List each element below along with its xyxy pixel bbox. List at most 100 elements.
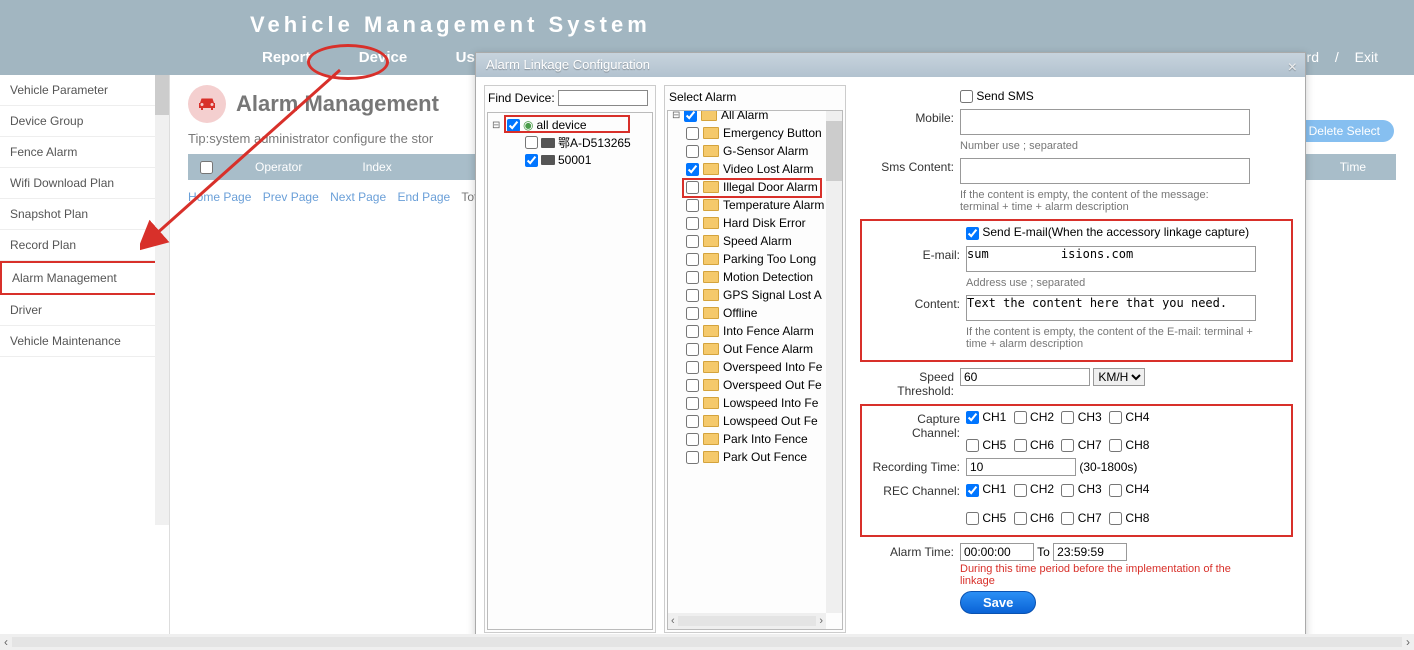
alarm-item[interactable]: Video Lost Alarm (668, 160, 842, 178)
alarm-item[interactable]: Park Out Fence (668, 448, 842, 466)
alarm-item[interactable]: Emergency Button (668, 124, 842, 142)
alarm-item[interactable]: Speed Alarm (668, 232, 842, 250)
alarm-checkbox[interactable] (686, 163, 699, 176)
alarm-item[interactable]: GPS Signal Lost A (668, 286, 842, 304)
send-email-checkbox[interactable] (966, 227, 979, 240)
alarm-item[interactable]: Overspeed Into Fe (668, 358, 842, 376)
alarm-checkbox[interactable] (686, 145, 699, 158)
capture-ch1-checkbox[interactable] (966, 411, 979, 424)
alarm-checkbox[interactable] (686, 415, 699, 428)
rec-ch1-checkbox[interactable] (966, 484, 979, 497)
alarm-checkbox[interactable] (686, 433, 699, 446)
pager-prev[interactable]: Prev Page (263, 190, 319, 204)
pager-next[interactable]: Next Page (330, 190, 386, 204)
speed-unit-select[interactable]: KM/H (1093, 368, 1145, 386)
link-exit[interactable]: Exit (1355, 49, 1378, 65)
alarm-checkbox[interactable] (686, 451, 699, 464)
alarm-checkbox[interactable] (686, 343, 699, 356)
alarm-list[interactable]: ⊟All AlarmEmergency ButtonG-Sensor Alarm… (667, 110, 843, 630)
alarm-checkbox[interactable] (686, 199, 699, 212)
alarm-item[interactable]: Out Fence Alarm (668, 340, 842, 358)
sidebar-item-snapshot-plan[interactable]: Snapshot Plan (0, 199, 169, 230)
alarm-checkbox[interactable] (686, 235, 699, 248)
rec-ch6-checkbox[interactable] (1014, 512, 1027, 525)
close-icon[interactable]: × (1288, 56, 1297, 80)
recording-time-input[interactable] (966, 458, 1076, 476)
alarm-item[interactable]: Motion Detection (668, 268, 842, 286)
alarm-checkbox[interactable] (686, 361, 699, 374)
sidebar-item-wifi-download-plan[interactable]: Wifi Download Plan (0, 168, 169, 199)
pager-home[interactable]: Home Page (188, 190, 251, 204)
alarm-item[interactable]: Temperature Alarm (668, 196, 842, 214)
alarm-checkbox[interactable] (686, 271, 699, 284)
tree-root-node[interactable]: ⊟ ◉ all device (492, 117, 648, 133)
tree-collapse-icon[interactable]: ⊟ (492, 120, 504, 131)
sidebar-item-alarm-management[interactable]: Alarm Management (0, 261, 169, 295)
rec-ch2-checkbox[interactable] (1014, 484, 1027, 497)
sidebar-item-vehicle-parameter[interactable]: Vehicle Parameter (0, 75, 169, 106)
content-input[interactable]: Text the content here that you need. (966, 295, 1256, 321)
pager-end[interactable]: End Page (398, 190, 451, 204)
alarm-checkbox[interactable] (686, 217, 699, 230)
sidebar-item-record-plan[interactable]: Record Plan (0, 230, 169, 261)
capture-ch4-checkbox[interactable] (1109, 411, 1122, 424)
alarm-checkbox[interactable] (686, 181, 699, 194)
alarm-checkbox[interactable] (686, 253, 699, 266)
alarm-time-to-input[interactable] (1053, 543, 1127, 561)
alarm-item[interactable]: Parking Too Long (668, 250, 842, 268)
sidebar-item-driver[interactable]: Driver (0, 295, 169, 326)
select-all-checkbox[interactable] (200, 161, 213, 174)
sidebar-scrollbar-vertical[interactable] (155, 75, 169, 525)
chevron-left-icon[interactable]: ‹ (0, 635, 12, 649)
capture-ch5-checkbox[interactable] (966, 439, 979, 452)
alarm-checkbox[interactable] (684, 110, 697, 122)
delete-select-button[interactable]: Delete Select (1295, 120, 1394, 142)
alarm-item[interactable]: Offline (668, 304, 842, 322)
chevron-left-icon[interactable]: ‹ (668, 615, 678, 627)
tree-node[interactable]: 50001 (510, 152, 648, 168)
alarm-time-from-input[interactable] (960, 543, 1034, 561)
rec-ch4-checkbox[interactable] (1109, 484, 1122, 497)
alarm-item[interactable]: Into Fence Alarm (668, 322, 842, 340)
sidebar-item-fence-alarm[interactable]: Fence Alarm (0, 137, 169, 168)
rec-ch3-checkbox[interactable] (1061, 484, 1074, 497)
capture-ch2-checkbox[interactable] (1014, 411, 1027, 424)
nav-report[interactable]: Report (262, 49, 310, 66)
alarm-checkbox[interactable] (686, 325, 699, 338)
nav-device[interactable]: Device (359, 49, 407, 66)
window-scrollbar-horizontal[interactable]: ‹ › (0, 634, 1414, 650)
alarm-checkbox[interactable] (686, 397, 699, 410)
alarm-checkbox[interactable] (686, 379, 699, 392)
save-button[interactable]: Save (960, 591, 1036, 614)
alarm-item[interactable]: ⊟All Alarm (668, 110, 842, 124)
alarm-item[interactable]: Lowspeed Into Fe (668, 394, 842, 412)
capture-ch3-checkbox[interactable] (1061, 411, 1074, 424)
tree-node[interactable]: 鄂A-D513265 (510, 133, 648, 152)
alarm-item[interactable]: Lowspeed Out Fe (668, 412, 842, 430)
capture-ch6-checkbox[interactable] (1014, 439, 1027, 452)
tree-checkbox[interactable] (525, 136, 538, 149)
rec-ch5-checkbox[interactable] (966, 512, 979, 525)
email-input[interactable]: sum isions.com (966, 246, 1256, 272)
sidebar-item-vehicle-maintenance[interactable]: Vehicle Maintenance (0, 326, 169, 357)
capture-ch8-checkbox[interactable] (1109, 439, 1122, 452)
speed-threshold-input[interactable] (960, 368, 1090, 386)
rec-ch7-checkbox[interactable] (1061, 512, 1074, 525)
sms-content-input[interactable] (960, 158, 1250, 184)
device-tree[interactable]: ⊟ ◉ all device 鄂A-D51326550001 (487, 112, 653, 630)
mobile-input[interactable] (960, 109, 1250, 135)
alarm-scrollbar-vertical[interactable] (826, 111, 842, 613)
alarm-item[interactable]: G-Sensor Alarm (668, 142, 842, 160)
capture-ch7-checkbox[interactable] (1061, 439, 1074, 452)
chevron-right-icon[interactable]: › (1402, 635, 1414, 649)
alarm-item[interactable]: Overspeed Out Fe (668, 376, 842, 394)
alarm-scrollbar-horizontal[interactable]: ‹ › (668, 613, 826, 629)
alarm-item[interactable]: Illegal Door Alarm (668, 178, 842, 196)
alarm-item[interactable]: Hard Disk Error (668, 214, 842, 232)
alarm-checkbox[interactable] (686, 127, 699, 140)
alarm-item[interactable]: Park Into Fence (668, 430, 842, 448)
tree-root-checkbox[interactable] (507, 119, 520, 132)
find-device-input[interactable] (558, 90, 648, 106)
chevron-right-icon[interactable]: › (816, 615, 826, 627)
rec-ch8-checkbox[interactable] (1109, 512, 1122, 525)
